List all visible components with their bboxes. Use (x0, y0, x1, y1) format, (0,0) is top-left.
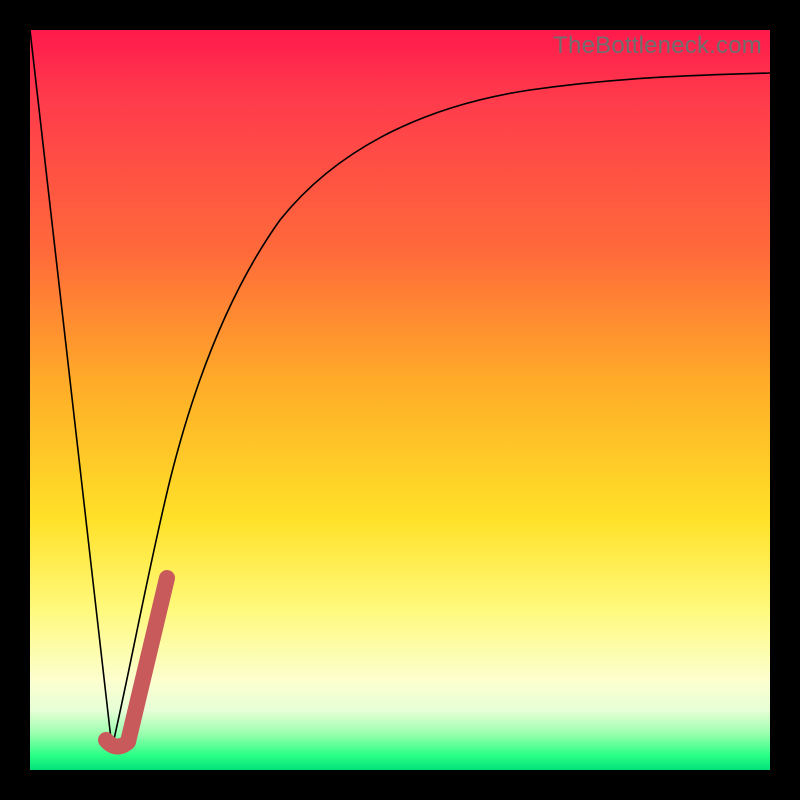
chart-frame: TheBottleneck.com (0, 0, 800, 800)
curve-layer (30, 30, 770, 770)
highlight-segment (106, 578, 167, 747)
plot-area: TheBottleneck.com (30, 30, 770, 770)
rising-saturating-curve (112, 73, 770, 748)
left-falling-line (30, 30, 112, 748)
